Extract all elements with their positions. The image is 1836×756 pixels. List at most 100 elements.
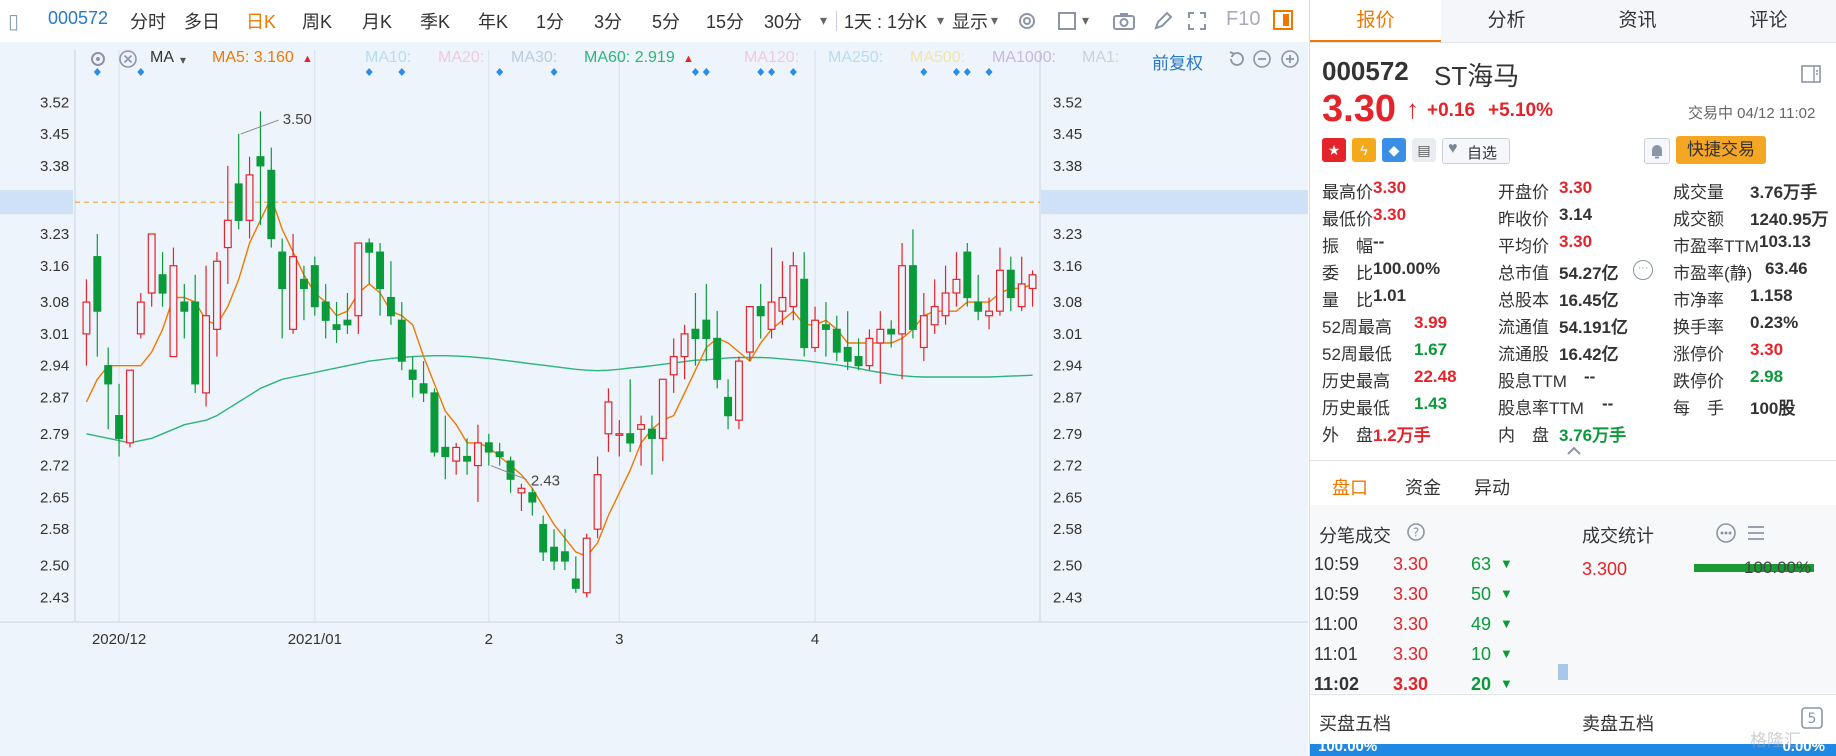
y-tick-label-right: 3.16 — [1053, 258, 1082, 275]
tab-quote[interactable]: 报价 — [1310, 0, 1441, 42]
y-tick-label-right: 2.58 — [1053, 521, 1082, 538]
ma500-label: MA500: — [910, 49, 966, 66]
quote-field-label: 成交量 — [1673, 183, 1724, 202]
buy-depth-title: 买盘五档 — [1319, 714, 1391, 734]
tab-30min[interactable]: 30分 — [764, 8, 802, 34]
candle-body — [571, 578, 580, 589]
high-annotation-label: 3.50 — [283, 111, 312, 128]
lightning-icon[interactable]: ϟ — [1352, 138, 1376, 162]
candle[interactable] — [963, 243, 972, 307]
tab-1min[interactable]: 1分 — [536, 8, 564, 34]
low-annotation-label: 2.43 — [531, 473, 560, 490]
candle-body — [506, 460, 515, 480]
settings-gear-icon[interactable] — [1016, 10, 1038, 32]
candle-body — [865, 337, 874, 367]
trade-time: 11:00 — [1314, 614, 1358, 634]
tab-movement[interactable]: 异动 — [1474, 474, 1510, 500]
sell-down-arrow-icon: ▼ — [1500, 646, 1513, 661]
quote-field-value: 3.30 — [1373, 178, 1407, 197]
quote-field-value: -- — [1373, 232, 1385, 251]
y-tick-label-left: 3.08 — [40, 294, 69, 311]
candle-body — [582, 537, 591, 594]
fullscreen-icon[interactable] — [1186, 10, 1208, 32]
help-icon[interactable]: ? — [1406, 522, 1426, 542]
indicator-settings-icon[interactable] — [88, 49, 108, 69]
more-options-icon[interactable] — [1715, 522, 1737, 544]
expand-panel-icon[interactable] — [1800, 64, 1822, 84]
tab-yearly-k[interactable]: 年K — [478, 8, 508, 34]
kline-chart[interactable]: 3.523.523.453.453.383.383.303.303.233.23… — [0, 42, 1308, 756]
tag-icon[interactable]: ◆ — [1382, 138, 1406, 162]
layout-chevron-icon[interactable]: ▾ — [1082, 12, 1089, 29]
china-flag-icon[interactable]: ★ — [1322, 138, 1346, 162]
reset-icon[interactable] — [1226, 49, 1246, 69]
y-tick-label-left: 3.52 — [40, 94, 69, 111]
sidebar-toggle-icon[interactable]: ▯ — [8, 9, 19, 34]
watchlist-button[interactable]: ♥ 自选 — [1442, 138, 1510, 164]
tab-daily-k[interactable]: 日K — [246, 8, 276, 34]
quote-field-label: 内 盘 — [1498, 426, 1549, 445]
quick-trade-button[interactable]: 快捷交易 — [1676, 136, 1766, 164]
indicator-select[interactable]: MA — [150, 49, 174, 67]
tab-monthly-k[interactable]: 月K — [362, 8, 392, 34]
candle[interactable] — [582, 533, 591, 598]
quote-field-value: 100.00% — [1373, 259, 1441, 278]
note-icon[interactable]: ▤ — [1412, 138, 1436, 162]
candle-body — [637, 424, 646, 430]
indicator-close-icon[interactable] — [118, 49, 138, 69]
quote-field-value: 1.43 — [1414, 394, 1448, 413]
tab-capital[interactable]: 资金 — [1405, 474, 1441, 500]
tab-5min[interactable]: 5分 — [652, 8, 680, 34]
tab-intraday[interactable]: 分时 — [130, 8, 166, 34]
depth-toggle-icon[interactable]: 5 — [1800, 706, 1824, 730]
alert-bell-icon[interactable] — [1644, 138, 1670, 164]
candle-body — [125, 369, 134, 444]
zoom-in-icon[interactable] — [1280, 49, 1300, 69]
pen-draw-icon[interactable] — [1152, 10, 1174, 32]
display-menu[interactable]: 显示 — [952, 8, 988, 34]
tab-weekly-k[interactable]: 周K — [302, 8, 332, 34]
candle-body — [343, 319, 352, 326]
f10-button[interactable]: F10 — [1226, 8, 1260, 31]
tab-comments[interactable]: 评论 — [1703, 0, 1834, 42]
y-tick-label-left: 2.43 — [40, 589, 69, 606]
candle-body — [560, 551, 569, 562]
collapse-chevron-icon[interactable] — [1566, 445, 1582, 457]
more-periods-chevron-icon[interactable]: ▾ — [820, 12, 827, 29]
scrollbar-thumb[interactable] — [1558, 664, 1568, 680]
list-menu-icon[interactable] — [1745, 522, 1767, 544]
candle[interactable] — [430, 388, 439, 457]
tab-orderbook[interactable]: 盘口 — [1332, 474, 1368, 500]
tab-3min[interactable]: 3分 — [594, 8, 622, 34]
y-tick-label-right: 3.52 — [1053, 94, 1082, 111]
tab-analysis[interactable]: 分析 — [1441, 0, 1572, 42]
candle[interactable] — [734, 356, 743, 430]
candle[interactable] — [310, 256, 319, 316]
y-tick-label-left: 2.50 — [40, 558, 69, 575]
quote-field-label: 最低价 — [1322, 210, 1373, 229]
y-tick-label-right: 2.43 — [1053, 589, 1082, 606]
layout-square-icon[interactable] — [1056, 10, 1078, 32]
display-chevron-icon[interactable]: ▾ — [991, 12, 998, 29]
candle-body — [191, 301, 200, 385]
more-info-icon[interactable]: ··· — [1633, 260, 1653, 280]
quote-field-value: 1240.95万 — [1750, 210, 1829, 229]
tab-15min[interactable]: 15分 — [706, 8, 744, 34]
interval-select[interactable]: 1天 : 1分K — [844, 8, 927, 34]
camera-icon[interactable] — [1112, 10, 1136, 32]
panel-toggle-icon[interactable] — [1272, 9, 1294, 31]
quote-field-label: 总股本 — [1498, 291, 1549, 310]
quote-field-value: 54.27亿 — [1559, 264, 1619, 283]
interval-chevron-icon[interactable]: ▾ — [937, 12, 944, 29]
tab-multiday[interactable]: 多日 — [184, 8, 220, 34]
candle-body — [539, 524, 548, 553]
adjust-toggle[interactable]: 前复权 — [1152, 49, 1203, 74]
tab-quarterly-k[interactable]: 季K — [420, 8, 450, 34]
indicator-chevron-icon[interactable]: ▾ — [180, 53, 186, 67]
candle-body — [517, 487, 526, 494]
kline-chart-area[interactable]: 3.523.523.453.453.383.383.303.303.233.23… — [0, 42, 1308, 756]
tab-news[interactable]: 资讯 — [1572, 0, 1703, 42]
zoom-out-icon[interactable] — [1252, 49, 1272, 69]
candle[interactable] — [125, 369, 134, 448]
candle-body — [811, 319, 820, 349]
